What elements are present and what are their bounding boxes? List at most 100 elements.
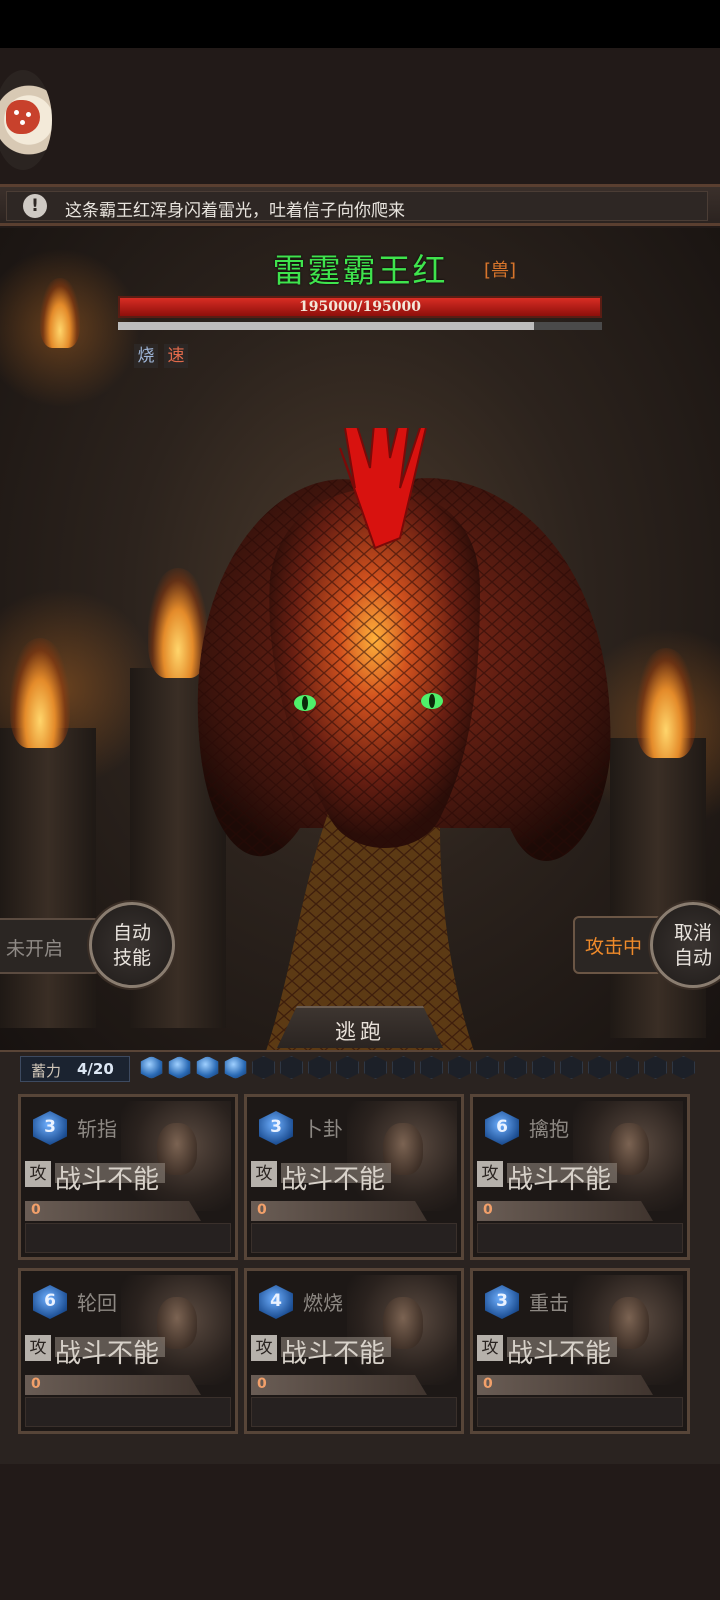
attack-badge: 攻: [251, 1161, 277, 1187]
member-value: 0: [31, 1376, 41, 1392]
member-value: 0: [257, 1376, 267, 1392]
charge-orb: [196, 1056, 219, 1079]
member-value: 0: [31, 1202, 41, 1218]
alert-icon: !: [23, 194, 47, 218]
torch-flame-right: [636, 648, 696, 758]
battle-arena: 雷霆霸王红 [兽] 195000/195000 烧 速 未开启 自动 技能 攻击…: [0, 228, 720, 1050]
charge-label: 蓄力: [31, 1062, 62, 1080]
level-badge: 3: [33, 1111, 67, 1145]
boss-type-tag: [兽]: [484, 260, 517, 281]
boss-hp-bar: 195000/195000: [118, 296, 602, 318]
burn-status-icon: 烧: [134, 344, 158, 368]
flee-label: 逃跑: [335, 1020, 385, 1044]
battle-notice-bar: ! 这条霸王红浑身闪着雷光，吐着信子向你爬来: [0, 184, 720, 226]
attack-badge: 攻: [477, 1335, 503, 1361]
charge-orb: [168, 1056, 191, 1079]
level-number: 3: [496, 1291, 508, 1311]
pillar-left: [0, 728, 96, 1028]
charge-orb: [252, 1056, 275, 1079]
charge-orb: [336, 1056, 359, 1079]
member-action-slot[interactable]: [477, 1397, 683, 1427]
member-action-slot[interactable]: [25, 1223, 231, 1253]
combat-state: 战斗不能: [507, 1165, 612, 1195]
boss-secondary-fill: [118, 322, 535, 330]
member-value: 0: [483, 1202, 493, 1218]
charge-value: 4/20: [77, 1060, 114, 1078]
battle-notice-text: 这条霸王红浑身闪着雷光，吐着信子向你爬来: [65, 201, 405, 221]
attack-badge: 攻: [25, 1335, 51, 1361]
boss-secondary-bar: [118, 322, 602, 330]
boss-name: 雷霆霸王红: [272, 251, 448, 290]
charge-orb: [364, 1056, 387, 1079]
combat-state: 战斗不能: [55, 1165, 160, 1195]
attack-badge: 攻: [25, 1161, 51, 1187]
flee-button[interactable]: 逃跑: [277, 1006, 443, 1048]
charge-orb: [644, 1056, 667, 1079]
boss-hp-text: 195000/195000: [298, 299, 421, 315]
player-avatar[interactable]: [0, 70, 52, 170]
pillar-right: [610, 738, 706, 1038]
skill-name: 轮回: [77, 1291, 117, 1315]
combat-state: 战斗不能: [281, 1339, 386, 1369]
charge-orb: [672, 1056, 695, 1079]
combat-state: 战斗不能: [55, 1339, 160, 1369]
attack-badge: 攻: [251, 1335, 277, 1361]
charge-orb: [504, 1056, 527, 1079]
torch-flame-left: [10, 638, 70, 748]
party-member-card[interactable]: 3 重击攻战斗不能 0: [470, 1268, 690, 1434]
skill-name: 擒抱: [529, 1117, 569, 1141]
charge-orb: [476, 1056, 499, 1079]
skill-name: 燃烧: [303, 1291, 343, 1315]
charge-orb: [532, 1056, 555, 1079]
charge-orbs: [140, 1056, 700, 1082]
member-action-slot[interactable]: [251, 1223, 457, 1253]
level-badge: 6: [485, 1111, 519, 1145]
member-value: 0: [257, 1202, 267, 1218]
combat-state: 战斗不能: [507, 1339, 612, 1369]
party-member-card[interactable]: 3 卜卦攻战斗不能 0: [244, 1094, 464, 1260]
level-badge: 3: [259, 1111, 293, 1145]
charge-orb: [224, 1056, 247, 1079]
charge-orb: [616, 1056, 639, 1079]
attack-badge: 攻: [477, 1161, 503, 1187]
charge-orb: [392, 1056, 415, 1079]
charge-orb: [588, 1056, 611, 1079]
level-badge: 3: [485, 1285, 519, 1319]
skill-name: 重击: [529, 1291, 569, 1315]
boss-snake-image: [197, 428, 611, 1050]
charge-orb: [280, 1056, 303, 1079]
avatar-emblem-icon: [6, 100, 40, 134]
speed-status-icon: 速: [164, 344, 188, 368]
member-action-slot[interactable]: [477, 1223, 683, 1253]
level-badge: 4: [259, 1285, 293, 1319]
auto-attack-status-text: 攻击中: [585, 936, 643, 958]
level-number: 3: [270, 1117, 282, 1137]
charge-orb: [308, 1056, 331, 1079]
party-member-card[interactable]: 3 斩指攻战斗不能 0: [18, 1094, 238, 1260]
level-number: 3: [44, 1117, 56, 1137]
auto-skill-status: 未开启: [0, 918, 100, 974]
charge-orb: [420, 1056, 443, 1079]
skill-name: 斩指: [77, 1117, 117, 1141]
party-member-card[interactable]: 6 擒抱攻战斗不能 0: [470, 1094, 690, 1260]
charge-orb: [560, 1056, 583, 1079]
charge-indicator: 蓄力 4/20: [20, 1056, 130, 1082]
party-member-card[interactable]: 4 燃烧攻战斗不能 0: [244, 1268, 464, 1434]
party-member-card[interactable]: 6 轮回攻战斗不能 0: [18, 1268, 238, 1434]
member-value: 0: [483, 1376, 493, 1392]
level-badge: 6: [33, 1285, 67, 1319]
member-action-slot[interactable]: [25, 1397, 231, 1427]
charge-orb: [140, 1056, 163, 1079]
level-number: 6: [44, 1291, 56, 1311]
member-action-slot[interactable]: [251, 1397, 457, 1427]
skill-name: 卜卦: [303, 1117, 343, 1141]
auto-skill-status-text: 未开启: [6, 938, 64, 960]
status-bar: [0, 0, 720, 48]
level-number: 6: [496, 1117, 508, 1137]
cancel-auto-label: 取消 自动: [673, 922, 712, 969]
auto-skill-button[interactable]: 自动 技能: [89, 902, 175, 988]
level-number: 4: [270, 1291, 282, 1311]
auto-skill-label: 自动 技能: [112, 922, 151, 969]
combat-state: 战斗不能: [281, 1165, 386, 1195]
charge-orb: [448, 1056, 471, 1079]
